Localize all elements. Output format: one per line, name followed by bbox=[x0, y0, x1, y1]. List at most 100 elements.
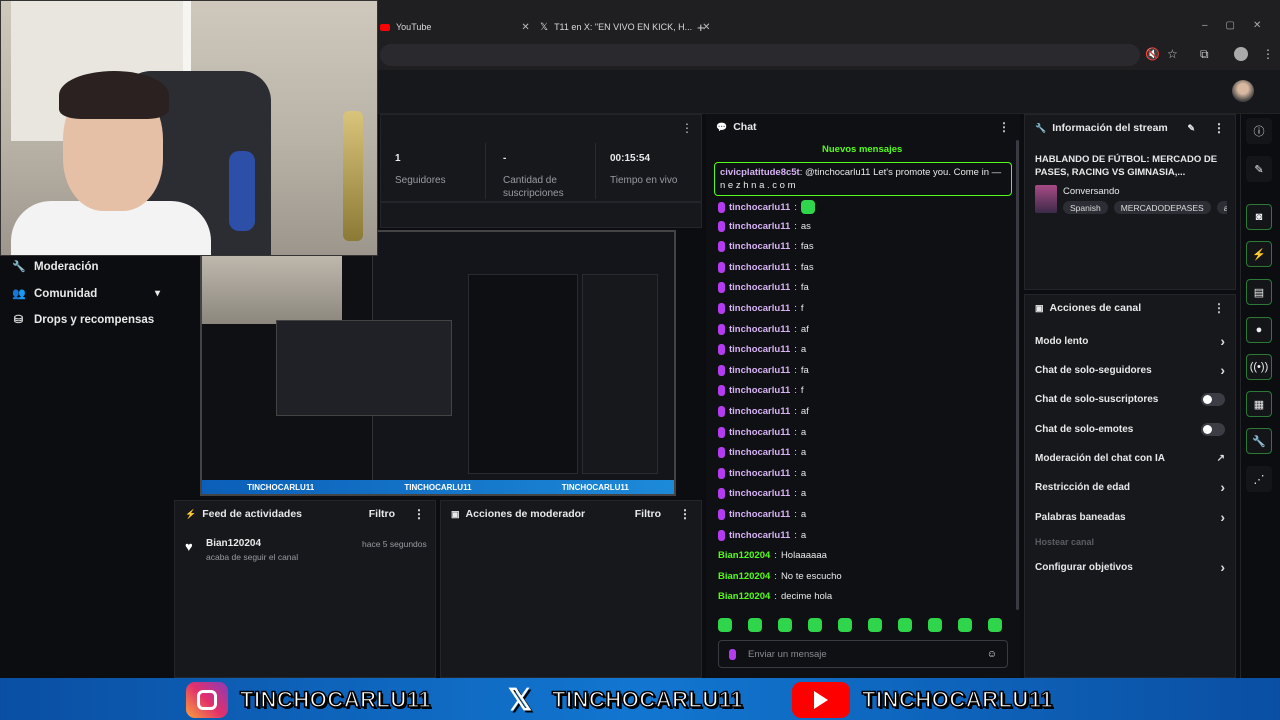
chat-username[interactable]: tinchocarlu11 bbox=[729, 530, 790, 541]
chat-username[interactable]: tinchocarlu11 bbox=[729, 488, 790, 499]
chat-scrollbar[interactable] bbox=[1016, 140, 1019, 610]
scan-icon[interactable]: ◙ bbox=[1246, 204, 1272, 230]
action-banned-words[interactable]: Palabras baneadas › bbox=[1025, 507, 1235, 527]
chat-message: tinchocarlu11: f bbox=[718, 385, 804, 397]
chat-username[interactable]: tinchocarlu11 bbox=[729, 427, 790, 438]
emote-icon[interactable] bbox=[928, 618, 942, 632]
tag[interactable]: Spanish bbox=[1063, 201, 1108, 214]
action-slow-mode[interactable]: Modo lento › bbox=[1025, 331, 1235, 351]
close-tab-icon[interactable]: ✕ bbox=[521, 22, 529, 33]
window-controls[interactable]: –▢✕ bbox=[1202, 20, 1279, 31]
chat-username[interactable]: tinchocarlu11 bbox=[729, 221, 790, 232]
profile-icon[interactable] bbox=[1234, 47, 1248, 61]
microphone-icon bbox=[718, 323, 725, 335]
chat-username[interactable]: tinchocarlu11 bbox=[729, 282, 790, 293]
sidebar-item-drops[interactable]: ⛁ Drops y recompensas bbox=[12, 313, 154, 327]
tag[interactable]: arge bbox=[1216, 201, 1227, 214]
chat-username[interactable]: tinchocarlu11 bbox=[729, 303, 790, 314]
tab-x[interactable]: 𝕏 T11 en X: "EN VIVO EN KICK, H... ✕ bbox=[540, 16, 711, 38]
emote-icon[interactable] bbox=[718, 618, 732, 632]
chat-input[interactable]: Enviar un mensaje ☺ bbox=[718, 640, 1008, 668]
chat-username[interactable]: Bian120204 bbox=[718, 571, 770, 582]
mute-icon[interactable]: 🔇 bbox=[1145, 47, 1160, 61]
filter-button[interactable]: Filtro bbox=[635, 508, 661, 520]
microphone-icon bbox=[718, 385, 725, 397]
separator: : bbox=[794, 406, 797, 417]
chat-username[interactable]: tinchocarlu11 bbox=[729, 365, 790, 376]
edit-icon[interactable]: ✎ bbox=[1187, 123, 1195, 134]
graph-icon[interactable]: ⋰ bbox=[1246, 466, 1272, 492]
emote-icon[interactable] bbox=[958, 618, 972, 632]
action-ai-moderation[interactable]: Moderación del chat con IA ↗ bbox=[1025, 448, 1235, 468]
bolt-icon[interactable]: ⚡ bbox=[1246, 241, 1272, 267]
emote-icon[interactable] bbox=[748, 618, 762, 632]
microphone-icon bbox=[718, 529, 725, 541]
chat-bubble-icon[interactable]: ● bbox=[1246, 317, 1272, 343]
x-handle: TINCHOCARLU11 bbox=[551, 686, 744, 713]
emotes-only-toggle[interactable] bbox=[1201, 422, 1225, 436]
subscribers-only-toggle[interactable] bbox=[1201, 392, 1225, 406]
separator: : bbox=[794, 261, 797, 273]
chat-username[interactable]: tinchocarlu11 bbox=[729, 241, 790, 252]
chat-username[interactable]: tinchocarlu11 bbox=[729, 262, 790, 273]
extensions-icon[interactable]: ⧉ bbox=[1200, 47, 1209, 62]
stat-subscriptions: - Cantidad de suscripciones bbox=[503, 153, 564, 199]
emote-icon[interactable] bbox=[898, 618, 912, 632]
chat-username[interactable]: tinchocarlu11 bbox=[729, 509, 790, 520]
emote-icon[interactable] bbox=[838, 618, 852, 632]
notes-icon[interactable]: ▤ bbox=[1246, 279, 1272, 305]
action-set-goals[interactable]: Configurar objetivos › bbox=[1025, 557, 1235, 577]
kebab-icon[interactable]: ⋮ bbox=[1213, 301, 1225, 315]
chat-text: a bbox=[800, 488, 807, 500]
chat-username[interactable]: tinchocarlu11 bbox=[729, 468, 790, 479]
edit-icon[interactable]: ✎ bbox=[1246, 156, 1272, 182]
wrench-icon[interactable]: 🔧 bbox=[1246, 428, 1272, 454]
emote-icon[interactable] bbox=[868, 618, 882, 632]
chat-text: af bbox=[800, 323, 809, 335]
kebab-icon[interactable]: ⋮ bbox=[413, 507, 425, 521]
new-tab-button[interactable]: + bbox=[697, 16, 705, 38]
avatar[interactable] bbox=[1232, 80, 1254, 102]
chat-username[interactable]: Bian120204 bbox=[718, 550, 770, 561]
chat-message: tinchocarlu11: af bbox=[718, 323, 809, 335]
kebab-icon[interactable]: ⋮ bbox=[681, 121, 693, 135]
chat-text: No te escucho bbox=[780, 570, 842, 582]
emote-icon[interactable] bbox=[778, 618, 792, 632]
activity-user[interactable]: Bian120204 bbox=[206, 538, 261, 549]
kebab-icon[interactable]: ⋮ bbox=[1213, 121, 1225, 135]
action-followers-only[interactable]: Chat de solo-seguidores › bbox=[1025, 360, 1235, 380]
microphone-icon bbox=[718, 282, 725, 294]
emote-icon[interactable] bbox=[988, 618, 1002, 632]
emote-icon[interactable] bbox=[808, 618, 822, 632]
panel-header: ▣ Acciones de moderador Filtro ⋮ bbox=[441, 501, 701, 527]
tab-youtube[interactable]: YouTube ✕ bbox=[380, 16, 530, 38]
divider bbox=[485, 143, 486, 199]
star-icon[interactable]: ☆ bbox=[1167, 47, 1178, 61]
layout-icon[interactable]: ▦ bbox=[1246, 391, 1272, 417]
action-age-restriction[interactable]: Restricción de edad › bbox=[1025, 477, 1235, 497]
chat-username[interactable]: tinchocarlu11 bbox=[729, 447, 790, 458]
chat-username[interactable]: tinchocarlu11 bbox=[729, 324, 790, 335]
kebab-icon[interactable]: ⋮ bbox=[998, 120, 1010, 134]
broadcast-icon[interactable]: ((•)) bbox=[1246, 354, 1272, 380]
filter-button[interactable]: Filtro bbox=[369, 508, 395, 520]
chat-username[interactable]: Bian120204 bbox=[718, 591, 770, 602]
chat-username[interactable]: tinchocarlu11 bbox=[729, 385, 790, 396]
kebab-icon[interactable]: ⋮ bbox=[679, 507, 691, 521]
menu-icon[interactable]: ⋮ bbox=[1262, 47, 1274, 61]
chat-message: tinchocarlu11: as bbox=[718, 220, 811, 232]
info-icon[interactable]: ⓘ bbox=[1246, 118, 1272, 144]
new-messages-divider[interactable]: Nuevos mensajes bbox=[822, 144, 902, 155]
category-name[interactable]: Conversando bbox=[1063, 186, 1120, 197]
address-bar[interactable] bbox=[380, 44, 1140, 66]
emoji-icon[interactable]: ☺ bbox=[987, 649, 997, 660]
sidebar-item-moderacion[interactable]: 🔧 Moderación bbox=[12, 260, 99, 274]
chat-username[interactable]: tinchocarlu11 bbox=[729, 406, 790, 417]
chat-message: tinchocarlu11: a bbox=[718, 467, 806, 479]
chat-text: a bbox=[800, 509, 807, 520]
chat-username[interactable]: tinchocarlu11 bbox=[729, 202, 790, 213]
tag[interactable]: MERCADODEPASES bbox=[1113, 201, 1211, 214]
banner-instagram: TINCHOCARLU11 bbox=[186, 680, 431, 720]
chat-username[interactable]: tinchocarlu11 bbox=[729, 344, 790, 355]
sidebar-item-comunidad[interactable]: 👥 Comunidad ▾ bbox=[12, 287, 160, 301]
